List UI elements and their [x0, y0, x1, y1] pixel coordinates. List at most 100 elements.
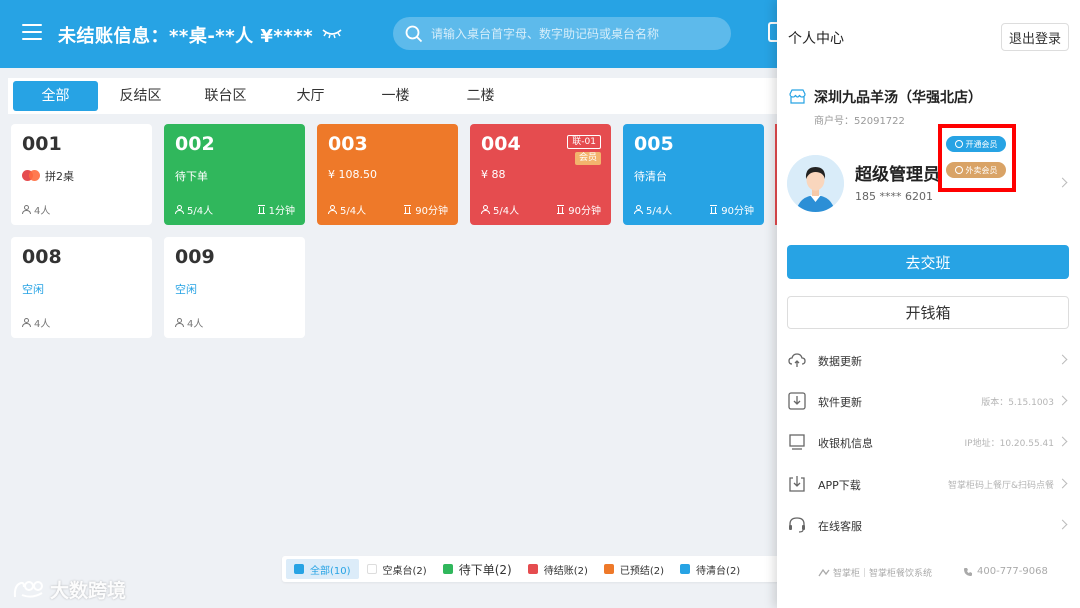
menu-value: 智掌柜码上餐厅&扫码点餐: [947, 481, 1054, 491]
table-card-008[interactable]: 008 空闲 4人: [11, 237, 152, 338]
person-icon: [634, 205, 643, 214]
menu-online-service[interactable]: 在线客服: [777, 506, 1080, 544]
table-guests: 5/4人: [481, 202, 519, 217]
shift-handover-button[interactable]: 去交班: [787, 245, 1069, 279]
menu-label: APP下载: [818, 479, 861, 492]
table-number: 003: [328, 133, 368, 155]
chevron-right-icon: [1057, 436, 1068, 447]
table-status: 待清台: [634, 170, 667, 183]
legend-pending-order[interactable]: 待下单(2): [435, 559, 520, 579]
search-box[interactable]: [393, 17, 731, 50]
legend-empty[interactable]: 空桌台(2): [359, 559, 435, 579]
tab-second-floor[interactable]: 二楼: [438, 81, 523, 111]
person-icon: [22, 205, 31, 214]
menu-cashier-info[interactable]: 收银机信息 IP地址：10.20.55.41: [777, 423, 1080, 461]
search-icon: [405, 25, 423, 43]
table-amount: ¥ 88: [481, 168, 506, 181]
table-status: 空闲: [22, 283, 44, 296]
table-guests: 5/4人: [328, 202, 366, 217]
table-number: 001: [22, 133, 62, 155]
chevron-right-icon: [1057, 478, 1068, 489]
footer-phone: 400-777-9068: [963, 566, 1048, 577]
open-cashbox-button[interactable]: 开钱箱: [787, 296, 1069, 329]
table-duration: 90分钟: [557, 202, 601, 217]
tab-hall[interactable]: 大厅: [268, 81, 353, 111]
menu-label: 收银机信息: [818, 437, 873, 450]
menu-value: IP地址：10.20.55.41: [964, 439, 1054, 449]
table-number: 005: [634, 133, 674, 155]
area-tabs: 全部 反结区 联台区 大厅 一楼 二楼: [8, 78, 778, 114]
person-icon: [22, 318, 31, 327]
chevron-right-icon: [1057, 354, 1068, 365]
hourglass-icon: [557, 205, 565, 214]
menu-app-download[interactable]: APP下载 智掌柜码上餐厅&扫码点餐: [777, 465, 1080, 503]
open-membership-badge[interactable]: 开通会员: [946, 136, 1006, 152]
chevron-right-icon: [1057, 395, 1068, 406]
person-icon: [328, 205, 337, 214]
hamburger-menu-icon[interactable]: [22, 24, 42, 40]
watermark: 大数跨境: [12, 576, 126, 603]
legend-swatch: [603, 564, 614, 574]
table-number: 009: [175, 246, 215, 268]
table-guests: 4人: [175, 315, 203, 330]
legend-all[interactable]: 全部(10): [286, 559, 359, 579]
table-search-input[interactable]: [431, 17, 721, 50]
table-duration: 1分钟: [257, 202, 295, 217]
table-guests: 4人: [22, 202, 50, 217]
person-icon: [175, 318, 184, 327]
legend-swatch: [294, 564, 304, 574]
table-card-001[interactable]: 001 拼2桌 4人: [11, 124, 152, 225]
table-card-002[interactable]: 002 待下单 5/4人 1分钟: [164, 124, 305, 225]
menu-data-update[interactable]: 数据更新: [777, 341, 1080, 379]
table-guests: 5/4人: [634, 202, 672, 217]
table-number: 008: [22, 246, 62, 268]
hourglass-icon: [404, 205, 412, 214]
admin-phone: 185 **** 6201: [855, 190, 933, 203]
footer-brand: 智掌柜｜智掌柜餐饮系统: [818, 566, 932, 579]
table-duration: 90分钟: [710, 202, 754, 217]
store-name: 深圳九品羊汤（华强北店）: [814, 90, 982, 106]
legend-swatch: [680, 564, 691, 574]
headset-icon: [789, 517, 805, 533]
takeout-membership-badge[interactable]: 外卖会员: [946, 162, 1006, 178]
joint-table-tag: 联-01: [567, 135, 601, 149]
unsettled-info-title: 未结账信息：**桌-**人 ¥****: [58, 26, 314, 47]
table-card-009[interactable]: 009 空闲 4人: [164, 237, 305, 338]
table-status: 拼2桌: [22, 168, 74, 184]
avatar[interactable]: [787, 155, 844, 212]
legend-swatch: [442, 564, 453, 574]
hourglass-icon: [257, 205, 265, 214]
eye-closed-icon[interactable]: [322, 26, 342, 40]
legend-pre-settled[interactable]: 已预结(2): [596, 559, 672, 579]
tab-reverse-settle[interactable]: 反结区: [98, 81, 183, 111]
watermark-logo-icon: [13, 580, 43, 598]
diamond-icon: [954, 166, 963, 174]
table-status: 空闲: [175, 283, 197, 296]
table-amount: ¥ 108.50: [328, 168, 377, 181]
table-guests: 4人: [22, 315, 50, 330]
legend-pending-clear[interactable]: 待清台(2): [672, 559, 748, 579]
app-download-icon: [789, 476, 805, 492]
merchant-number: 商户号：52091722: [814, 116, 905, 127]
member-tag: 会员: [574, 152, 601, 165]
table-card-003[interactable]: 003 ¥ 108.50 5/4人 90分钟: [317, 124, 458, 225]
menu-label: 数据更新: [818, 355, 862, 368]
table-card-005[interactable]: 005 待清台 5/4人 90分钟: [623, 124, 764, 225]
logout-button[interactable]: 退出登录: [1001, 23, 1069, 51]
chevron-right-icon[interactable]: [1057, 177, 1068, 188]
download-icon: [788, 392, 806, 410]
personal-center-drawer: 个人中心 退出登录 深圳九品羊汤（华强北店） 商户号：52091722 超级管理…: [777, 0, 1080, 608]
chevron-right-icon: [1057, 519, 1068, 530]
admin-name: 超级管理员: [855, 165, 940, 185]
table-number: 004: [481, 133, 521, 155]
tab-all[interactable]: 全部: [13, 81, 98, 111]
cloud-sync-icon: [788, 353, 806, 367]
legend-pending-payment[interactable]: 待结账(2): [520, 559, 596, 579]
tab-joint-table[interactable]: 联台区: [183, 81, 268, 111]
merge-tables-icon: [22, 170, 40, 181]
tab-first-floor[interactable]: 一楼: [353, 81, 438, 111]
drawer-title: 个人中心: [788, 31, 844, 47]
table-card-004[interactable]: 004 联-01 会员 ¥ 88 5/4人 90分钟: [470, 124, 611, 225]
menu-software-update[interactable]: 软件更新 版本：5.15.1003: [777, 382, 1080, 420]
store-icon: [789, 89, 806, 104]
